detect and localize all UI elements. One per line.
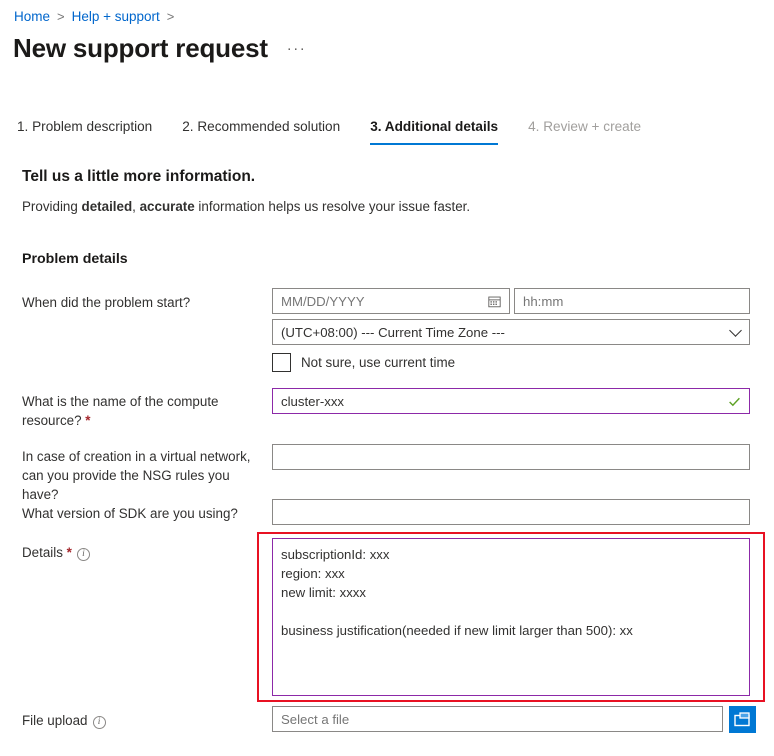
- required-asterisk: *: [67, 545, 72, 560]
- intro-sub-bold-accurate: accurate: [140, 199, 195, 214]
- breadcrumb-separator-icon: >: [57, 8, 65, 26]
- intro-heading: Tell us a little more information.: [22, 168, 255, 186]
- problem-start-date-input[interactable]: MM/DD/YYYY: [272, 288, 510, 314]
- label-file-upload: File upload i: [22, 711, 262, 730]
- label-problem-start: When did the problem start?: [22, 293, 262, 312]
- compute-resource-input[interactable]: cluster-xxx: [272, 388, 750, 414]
- calendar-icon[interactable]: [488, 295, 501, 308]
- tab-recommended-solution[interactable]: 2. Recommended solution: [182, 118, 340, 145]
- tab-review-create: 4. Review + create: [528, 118, 641, 145]
- timezone-selected-value: (UTC+08:00) --- Current Time Zone ---: [281, 325, 505, 340]
- label-compute-resource-text: What is the name of the compute resource…: [22, 394, 219, 428]
- intro-sub-bold-detailed: detailed: [82, 199, 133, 214]
- intro-sub-part-1: Providing: [22, 199, 82, 214]
- nsg-rules-input[interactable]: [272, 444, 750, 470]
- breadcrumb: Home > Help + support >: [14, 8, 181, 26]
- tab-problem-description[interactable]: 1. Problem description: [17, 118, 152, 145]
- file-upload-input[interactable]: Select a file: [272, 706, 723, 732]
- problem-start-time-input[interactable]: hh:mm: [514, 288, 750, 314]
- tab-additional-details[interactable]: 3. Additional details: [370, 118, 498, 145]
- problem-start-date-placeholder: MM/DD/YYYY: [281, 294, 488, 309]
- file-upload-placeholder: Select a file: [281, 712, 349, 727]
- use-current-time-checkbox[interactable]: [272, 353, 291, 372]
- label-sdk-version: What version of SDK are you using?: [22, 504, 262, 523]
- page-title: New support request: [13, 33, 268, 64]
- new-support-request-page: Home > Help + support > New support requ…: [0, 0, 774, 756]
- breadcrumb-separator-icon: >: [167, 8, 175, 26]
- info-icon[interactable]: i: [93, 716, 106, 729]
- intro-sub-part-2: ,: [132, 199, 139, 214]
- folder-open-icon: [734, 712, 751, 727]
- intro-sub-part-3: information helps us resolve your issue …: [195, 199, 470, 214]
- label-details-text: Details: [22, 545, 63, 560]
- intro-subtext: Providing detailed, accurate information…: [22, 199, 470, 214]
- info-icon[interactable]: i: [77, 548, 90, 561]
- section-heading-problem-details: Problem details: [22, 251, 128, 267]
- sdk-version-input[interactable]: [272, 499, 750, 525]
- timezone-select[interactable]: (UTC+08:00) --- Current Time Zone ---: [272, 319, 750, 345]
- breadcrumb-item-home[interactable]: Home: [14, 8, 50, 26]
- label-file-upload-text: File upload: [22, 713, 88, 728]
- required-asterisk: *: [85, 413, 90, 428]
- compute-resource-value: cluster-xxx: [281, 394, 344, 409]
- label-details: Details * i: [22, 543, 262, 562]
- more-options-button[interactable]: ···: [287, 40, 307, 57]
- problem-start-time-placeholder: hh:mm: [523, 294, 563, 309]
- browse-file-button[interactable]: [729, 706, 756, 733]
- details-textarea[interactable]: [272, 538, 750, 696]
- chevron-down-icon[interactable]: [729, 324, 742, 337]
- label-compute-resource: What is the name of the compute resource…: [22, 392, 262, 430]
- label-nsg-rules: In case of creation in a virtual network…: [22, 447, 262, 504]
- wizard-tabs: 1. Problem description 2. Recommended so…: [17, 118, 641, 145]
- use-current-time-checkbox-row[interactable]: Not sure, use current time: [272, 353, 455, 372]
- breadcrumb-item-help-support[interactable]: Help + support: [72, 8, 160, 26]
- use-current-time-label: Not sure, use current time: [301, 355, 455, 370]
- checkmark-icon: [728, 395, 741, 408]
- title-row: New support request ···: [13, 33, 306, 64]
